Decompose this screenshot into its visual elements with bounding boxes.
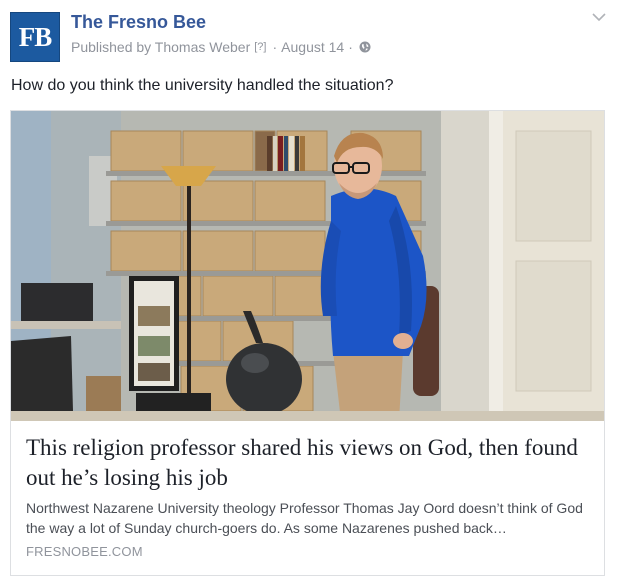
avatar-logo-text: FB [18, 21, 53, 52]
article-photo [11, 111, 604, 421]
meta-separator: · [348, 39, 353, 55]
link-preview-image[interactable] [11, 111, 604, 421]
link-preview-card[interactable]: This religion professor shared his views… [10, 110, 605, 576]
page-avatar[interactable]: FB [10, 12, 60, 62]
post-meta: Published by Thomas Weber [?] · August 1… [71, 39, 371, 55]
post-date-link[interactable]: August 14 [281, 39, 344, 55]
facebook-post: FB The Fresno Bee Published by Thomas We… [0, 0, 618, 586]
post-message: How do you think the university handled … [11, 77, 394, 94]
meta-separator: · [272, 39, 278, 55]
link-headline[interactable]: This religion professor shared his views… [26, 433, 591, 493]
chevron-down-icon[interactable] [592, 12, 606, 22]
page-name-link[interactable]: The Fresno Bee [71, 12, 206, 33]
help-marker-link[interactable]: [?] [254, 41, 266, 53]
published-by-label: Published by Thomas Weber [71, 39, 251, 55]
globe-icon[interactable] [359, 41, 371, 53]
link-description: Northwest Nazarene University theology P… [26, 500, 583, 536]
link-domain: FRESNOBEE.COM [26, 544, 143, 559]
